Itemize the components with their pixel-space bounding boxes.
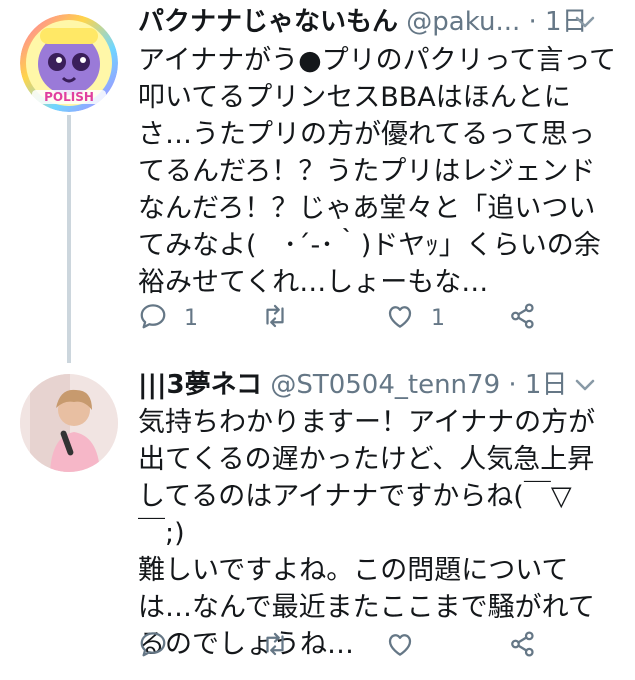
heart-icon bbox=[385, 629, 415, 663]
avatar-image: POLISH bbox=[20, 14, 118, 112]
reply-icon bbox=[138, 629, 168, 663]
tweet-text: 気持ちわかりますー！アイナナの方が出てくるの遅かったけど、人気急上昇してるのはア… bbox=[138, 407, 596, 660]
retweet-button[interactable] bbox=[260, 626, 306, 666]
tweet-header: |||3夢ネコ @ST0504_tenn79 · 1日 bbox=[138, 365, 615, 405]
like-button[interactable]: 1 bbox=[385, 298, 445, 338]
share-button[interactable] bbox=[508, 626, 538, 666]
reply-icon bbox=[138, 301, 168, 335]
retweet-icon bbox=[260, 301, 290, 335]
avatar[interactable] bbox=[20, 374, 118, 472]
handle[interactable]: @ST0504_tenn79 bbox=[270, 370, 500, 400]
share-button[interactable] bbox=[508, 298, 538, 338]
display-name[interactable]: パクナナじゃないもん bbox=[138, 7, 398, 37]
chevron-down-icon[interactable] bbox=[573, 2, 597, 42]
reply-button[interactable]: 1 bbox=[138, 298, 198, 338]
heart-icon bbox=[385, 301, 415, 335]
tweet-text: アイナナがう●プリのパクリって言って叩いてるプリンセスBBAはほんとにさ…うたプ… bbox=[138, 45, 616, 298]
retweet-icon bbox=[260, 629, 290, 663]
tweet-actions: 1 1 bbox=[138, 298, 558, 338]
chevron-down-icon[interactable] bbox=[573, 365, 597, 405]
reply-count: 1 bbox=[184, 305, 198, 331]
share-icon bbox=[508, 629, 538, 663]
avatar-image bbox=[20, 374, 118, 472]
svg-text:POLISH: POLISH bbox=[44, 90, 94, 104]
retweet-button[interactable] bbox=[260, 298, 306, 338]
like-button[interactable] bbox=[385, 626, 431, 666]
tweet-header: パクナナじゃないもん @paku... · 1日 bbox=[138, 2, 615, 42]
thread-connector-line bbox=[67, 115, 71, 363]
avatar[interactable]: POLISH bbox=[20, 14, 118, 112]
timestamp[interactable]: · 1日 bbox=[508, 370, 567, 400]
display-name[interactable]: |||3夢ネコ bbox=[138, 370, 262, 400]
handle[interactable]: @paku... bbox=[406, 7, 520, 37]
tweet-actions bbox=[138, 626, 558, 666]
like-count: 1 bbox=[431, 305, 445, 331]
reply-button[interactable] bbox=[138, 626, 184, 666]
share-icon bbox=[508, 301, 538, 335]
